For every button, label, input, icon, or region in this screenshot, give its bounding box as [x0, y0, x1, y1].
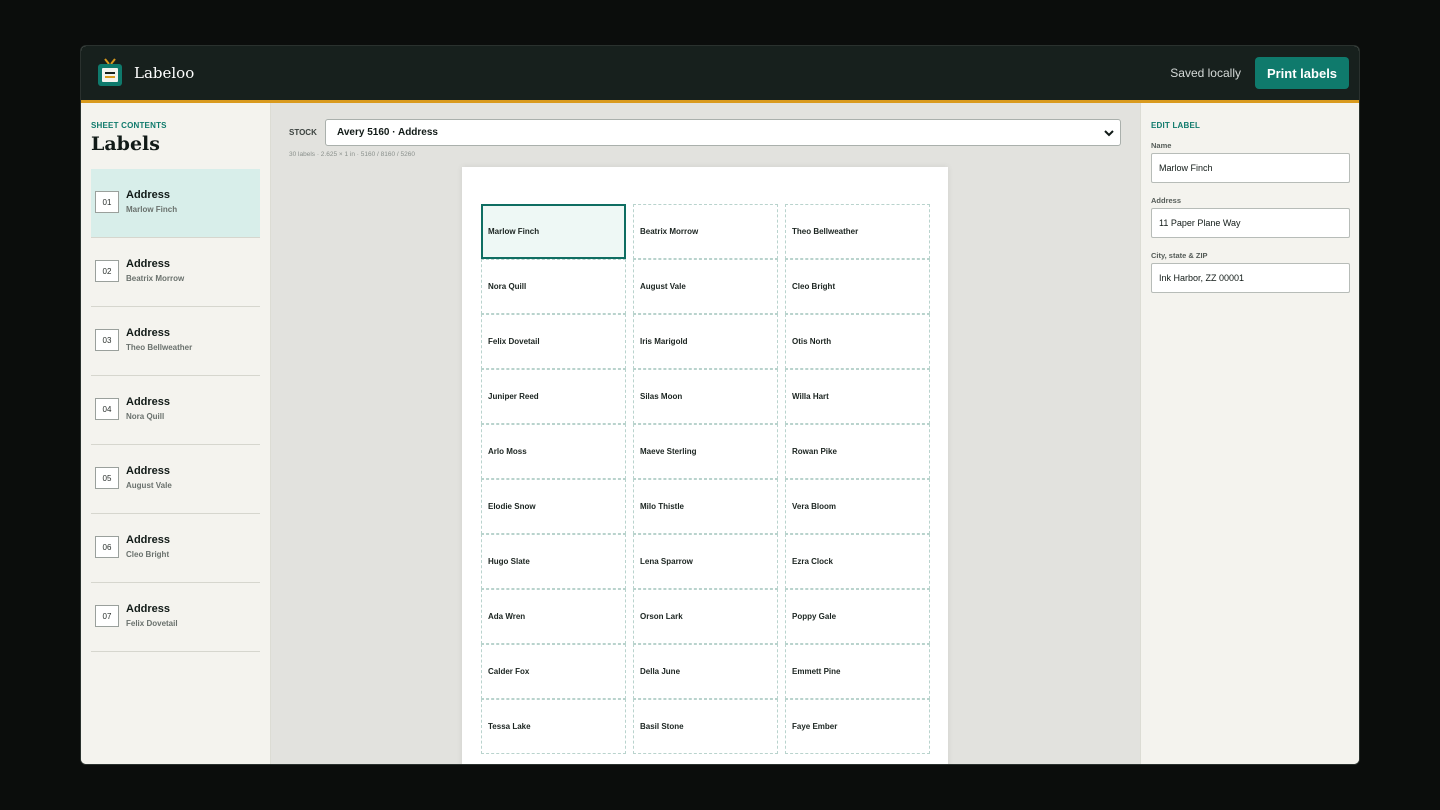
sheet-label-cell[interactable]: Cleo Bright	[785, 259, 930, 314]
sheet-label-cell[interactable]: Calder Fox	[481, 644, 626, 699]
sheet-label-cell[interactable]: Lena Sparrow	[633, 534, 778, 589]
app-header: Labeloo Saved locally Print labels	[81, 46, 1359, 103]
sheet-label-cell[interactable]: August Vale	[633, 259, 778, 314]
sheet-label-cell[interactable]: Orson Lark	[633, 589, 778, 644]
label-number: 06	[95, 536, 119, 558]
label-list-item[interactable]: 03 Address Theo Bellweather	[91, 307, 260, 376]
label-list-item[interactable]: 01 Address Marlow Finch	[91, 169, 260, 238]
name-field-value: Marlow Finch	[1159, 163, 1213, 173]
city-field[interactable]: Ink Harbor, ZZ 00001	[1151, 263, 1350, 293]
sheet-label-cell[interactable]: Basil Stone	[633, 699, 778, 754]
sheet-label-cell[interactable]: Milo Thistle	[633, 479, 778, 534]
sheet-label-cell[interactable]: Rowan Pike	[785, 424, 930, 479]
label-recipient: Marlow Finch	[126, 205, 178, 214]
label-list-item[interactable]: 07 Address Felix Dovetail	[91, 583, 260, 652]
label-recipient: Nora Quill	[126, 412, 165, 421]
label-recipient: Felix Dovetail	[126, 619, 178, 628]
label-recipient: Theo Bellweather	[126, 343, 193, 352]
sheet-label-cell[interactable]: Otis North	[785, 314, 930, 369]
name-field-label: Name	[1151, 141, 1172, 150]
sheet-label-cell[interactable]: Nora Quill	[481, 259, 626, 314]
label-recipient: Cleo Bright	[126, 550, 170, 559]
sheet-label-cell[interactable]: Poppy Gale	[785, 589, 930, 644]
label-number: 07	[95, 605, 119, 627]
label-number: 02	[95, 260, 119, 282]
label-type: Address	[126, 258, 171, 270]
sheet-label-cell[interactable]: Marlow Finch	[481, 204, 626, 259]
stock-select-value: Avery 5160 · Address	[337, 127, 438, 138]
city-field-label: City, state & ZIP	[1151, 251, 1208, 260]
sheet-label-cell[interactable]: Tessa Lake	[481, 699, 626, 754]
app-name: Labeloo	[134, 64, 195, 82]
sheet-label-cell[interactable]: Della June	[633, 644, 778, 699]
stock-select[interactable]: Avery 5160 · Address	[325, 119, 1121, 146]
label-grid: Marlow Finch Beatrix Morrow Theo Bellweath…	[481, 204, 930, 754]
label-number: 01	[95, 191, 119, 213]
sidebar-title: Labels	[91, 133, 160, 155]
save-status: Saved locally	[1170, 66, 1241, 80]
label-list-item[interactable]: 06 Address Cleo Bright	[91, 514, 260, 583]
stock-label: STOCK	[289, 128, 317, 137]
sheet-label-cell[interactable]: Elodie Snow	[481, 479, 626, 534]
sheet-label-cell[interactable]: Faye Ember	[785, 699, 930, 754]
label-recipient: August Vale	[126, 481, 172, 490]
sheet-label-cell[interactable]: Emmett Pine	[785, 644, 930, 699]
label-type: Address	[126, 189, 171, 201]
edit-eyebrow: EDIT LABEL	[1151, 121, 1201, 130]
sheet-label-cell[interactable]: Hugo Slate	[481, 534, 626, 589]
label-number: 04	[95, 398, 119, 420]
label-type: Address	[126, 465, 171, 477]
name-field[interactable]: Marlow Finch	[1151, 153, 1350, 183]
label-list: 01 Address Marlow Finch 02 Address Beatrix Mo…	[91, 169, 260, 652]
address-field-label: Address	[1151, 196, 1182, 205]
sheet-label-cell[interactable]: Iris Marigold	[633, 314, 778, 369]
stock-meta: 30 labels · 2.625 × 1 in · 5160 / 8160 /…	[289, 151, 415, 158]
sheet-preview-area: STOCK Avery 5160 · Address 30 labels · 2…	[271, 103, 1140, 764]
label-type: Address	[126, 327, 171, 339]
tv-label-icon	[98, 58, 122, 86]
label-list-item[interactable]: 04 Address Nora Quill	[91, 376, 260, 445]
label-sheet: Marlow Finch Beatrix Morrow Theo Bellweath…	[462, 167, 948, 764]
label-number: 03	[95, 329, 119, 351]
sidebar: SHEET CONTENTS Labels 01 Address Marlow Fi…	[81, 103, 271, 764]
sheet-label-cell[interactable]: Felix Dovetail	[481, 314, 626, 369]
label-list-item[interactable]: 05 Address August Vale	[91, 445, 260, 514]
sidebar-eyebrow: SHEET CONTENTS	[91, 121, 167, 130]
print-labels-button[interactable]: Print labels	[1255, 57, 1349, 89]
address-field[interactable]: 11 Paper Plane Way	[1151, 208, 1350, 238]
label-type: Address	[126, 396, 171, 408]
sheet-label-cell[interactable]: Ezra Clock	[785, 534, 930, 589]
sheet-label-cell[interactable]: Vera Bloom	[785, 479, 930, 534]
sheet-label-cell[interactable]: Theo Bellweather	[785, 204, 930, 259]
label-type: Address	[126, 603, 171, 615]
label-number: 05	[95, 467, 119, 489]
chevron-down-icon	[1104, 130, 1114, 137]
label-type: Address	[126, 534, 171, 546]
label-recipient: Beatrix Morrow	[126, 274, 185, 283]
address-field-value: 11 Paper Plane Way	[1159, 218, 1241, 228]
edit-panel: EDIT LABEL Name Marlow Finch Address 11 …	[1140, 103, 1359, 764]
sheet-label-cell[interactable]: Maeve Sterling	[633, 424, 778, 479]
sheet-label-cell[interactable]: Beatrix Morrow	[633, 204, 778, 259]
sheet-label-cell[interactable]: Arlo Moss	[481, 424, 626, 479]
city-field-value: Ink Harbor, ZZ 00001	[1159, 273, 1245, 283]
sheet-label-cell[interactable]: Juniper Reed	[481, 369, 626, 424]
sheet-label-cell[interactable]: Willa Hart	[785, 369, 930, 424]
app-window: Labeloo Saved locally Print labels SHEET…	[80, 45, 1360, 765]
sheet-label-cell[interactable]: Ada Wren	[481, 589, 626, 644]
label-list-item[interactable]: 02 Address Beatrix Morrow	[91, 238, 260, 307]
sheet-label-cell[interactable]: Silas Moon	[633, 369, 778, 424]
